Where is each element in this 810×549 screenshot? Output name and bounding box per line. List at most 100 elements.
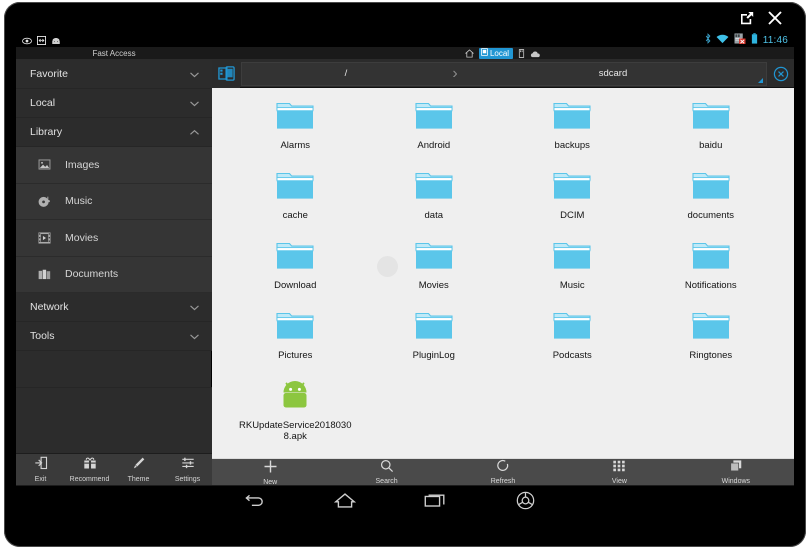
search-label: Search: [375, 478, 398, 485]
new-button[interactable]: New: [212, 459, 328, 486]
file-item[interactable]: RKUpdateService20180308.apk: [226, 374, 365, 444]
folder-item[interactable]: data: [365, 164, 504, 234]
sliders-icon: [181, 456, 195, 475]
recommend-label: Recommend: [69, 476, 110, 483]
folder-item[interactable]: cache: [226, 164, 365, 234]
app-body: Favorite Local Library Images Music Movi…: [16, 59, 794, 486]
folder-item[interactable]: Ringtones: [642, 304, 781, 374]
file-grid-area[interactable]: Alarms Android backups baidu cache data DCIM do…: [212, 88, 794, 458]
device-frame: 11:46 Fast Access Local Favorite Local L…: [0, 0, 810, 549]
music-disc-icon: [38, 195, 51, 208]
chrome-icon[interactable]: [480, 486, 570, 516]
breadcrumb-root[interactable]: /: [242, 63, 450, 85]
settings-label: Settings: [174, 476, 201, 483]
folder-item[interactable]: backups: [503, 94, 642, 164]
folder-icon: [692, 98, 730, 137]
folder-icon: [415, 238, 453, 277]
android-nav-bar: [16, 485, 794, 515]
folder-item[interactable]: DCIM: [503, 164, 642, 234]
sidebar-item-documents[interactable]: Documents: [16, 256, 212, 293]
back-icon[interactable]: [210, 486, 300, 516]
documents-icon: [38, 268, 51, 281]
theme-brush-icon: [132, 456, 146, 475]
theme-label: Theme: [127, 476, 150, 483]
settings-button[interactable]: Settings: [163, 454, 212, 486]
breadcrumb-current[interactable]: sdcard: [460, 63, 766, 85]
folder-icon: [415, 98, 453, 137]
close-icon[interactable]: [764, 7, 786, 29]
folder-item[interactable]: Android: [365, 94, 504, 164]
sidebar-item-documents-label: Documents: [65, 268, 119, 281]
folder-icon: [415, 168, 453, 207]
folder-item[interactable]: Pictures: [226, 304, 365, 374]
folder-icon: [692, 168, 730, 207]
recents-icon[interactable]: [390, 486, 480, 516]
folder-item[interactable]: documents: [642, 164, 781, 234]
file-name-label: Android: [417, 140, 451, 151]
plus-icon: [263, 459, 278, 479]
tab-local[interactable]: Local: [478, 48, 514, 59]
refresh-label: Refresh: [490, 478, 516, 485]
chevron-down-icon: [189, 331, 200, 342]
recommend-button[interactable]: Recommend: [65, 454, 114, 486]
sidebar-group-library-label: Library: [30, 126, 63, 138]
device-icon: [480, 48, 488, 59]
folder-icon: [276, 168, 314, 207]
folder-item[interactable]: Download: [226, 234, 365, 304]
folder-item[interactable]: Movies: [365, 234, 504, 304]
windows-button[interactable]: Windows: [678, 459, 794, 486]
sidebar-group-local[interactable]: Local: [16, 89, 212, 118]
file-name-label: Podcasts: [552, 350, 592, 361]
close-tab-button[interactable]: [768, 60, 794, 88]
resize-grip-icon[interactable]: [758, 77, 763, 83]
folder-item[interactable]: Podcasts: [503, 304, 642, 374]
android-status-bar: 11:46: [16, 30, 794, 47]
sidebar-item-movies-label: Movies: [65, 231, 99, 244]
window-device-icon[interactable]: [212, 59, 240, 88]
file-name-label: RKUpdateService20180308.apk: [239, 420, 352, 442]
refresh-button[interactable]: Refresh: [445, 459, 561, 486]
android-screen: 11:46 Fast Access Local Favorite Local L…: [16, 30, 794, 515]
sidebar-item-images[interactable]: Images: [16, 147, 212, 184]
sidebar-item-images-label: Images: [65, 158, 100, 171]
gift-icon: [83, 456, 97, 475]
home-icon[interactable]: [300, 486, 390, 516]
folder-icon: [692, 308, 730, 347]
sidebar-action-bar: Exit Recommend Theme Settings: [16, 453, 212, 485]
exit-icon: [34, 456, 48, 475]
windows-label: Windows: [721, 478, 751, 485]
folder-item[interactable]: baidu: [642, 94, 781, 164]
file-name-label: backups: [554, 140, 590, 151]
tab-local-label: Local: [489, 48, 510, 58]
view-button[interactable]: View: [561, 459, 677, 486]
file-name-label: DCIM: [560, 210, 585, 221]
window-titlebar: [16, 4, 794, 30]
folder-item[interactable]: Notifications: [642, 234, 781, 304]
file-name-label: Download: [274, 280, 317, 291]
sidebar-group-network[interactable]: Network: [16, 293, 212, 322]
sidebar-group-local-label: Local: [30, 97, 56, 109]
folder-icon: [553, 238, 591, 277]
file-name-label: PluginLog: [412, 350, 455, 361]
search-icon: [380, 459, 394, 478]
file-name-label: Ringtones: [689, 350, 733, 361]
exit-button[interactable]: Exit: [16, 454, 65, 486]
theme-button[interactable]: Theme: [114, 454, 163, 486]
sidebar-group-tools[interactable]: Tools: [16, 322, 212, 351]
sidebar-item-movies[interactable]: Movies: [16, 220, 212, 257]
folder-item[interactable]: Music: [503, 234, 642, 304]
folder-item[interactable]: PluginLog: [365, 304, 504, 374]
folder-icon: [553, 308, 591, 347]
storage-tabs: Local: [212, 47, 794, 60]
chevron-down-icon: [189, 98, 200, 109]
chevron-up-icon: [189, 127, 200, 138]
sidebar-item-music[interactable]: Music: [16, 183, 212, 220]
search-button[interactable]: Search: [328, 459, 444, 486]
windows-stack-icon: [729, 459, 743, 478]
open-in-new-icon[interactable]: [736, 7, 758, 29]
sidebar-item-music-label: Music: [65, 195, 93, 208]
folder-item[interactable]: Alarms: [226, 94, 365, 164]
sidebar-empty-space: [16, 387, 212, 453]
sidebar-group-library[interactable]: Library: [16, 118, 212, 147]
sidebar-group-favorite[interactable]: Favorite: [16, 60, 212, 89]
